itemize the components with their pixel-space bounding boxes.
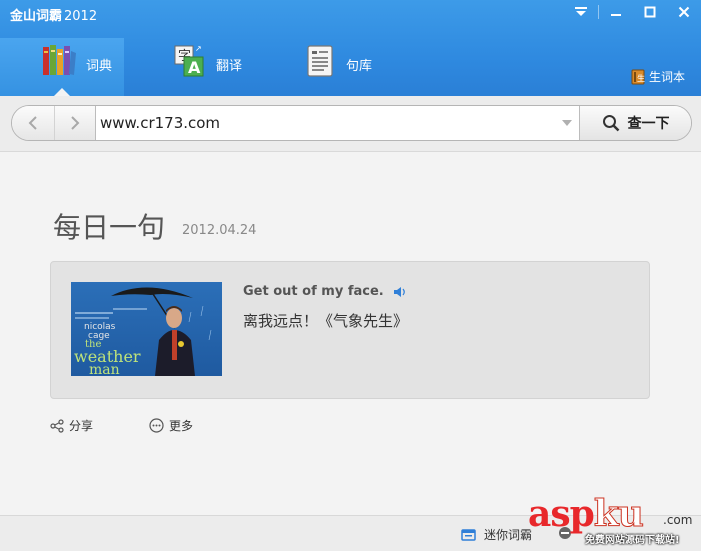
chevron-right-icon	[71, 116, 80, 130]
daily-sentence-chinese: 离我远点！《气象先生》	[243, 312, 409, 330]
notebook-icon: 生	[631, 69, 645, 85]
wordbook-label: 生词本	[648, 70, 685, 84]
watermark-com: .com	[663, 513, 693, 527]
translate-icon: 字 A ↗	[170, 43, 210, 79]
daily-sentence-card: nicolas cage the weather man Get out of …	[50, 261, 650, 399]
main-nav: 词典 字 A ↗ 翻译	[0, 38, 394, 97]
search-history-dropdown[interactable]	[555, 106, 579, 140]
search-button[interactable]: 查一下	[579, 106, 691, 140]
tab-sentence-library[interactable]: 句库	[254, 38, 394, 96]
tab-sentence-library-label: 句库	[346, 59, 373, 74]
sentence-english-text: Get out of my face.	[243, 284, 384, 299]
tab-dictionary[interactable]: 词典	[0, 38, 124, 97]
app-title-brand: 金山词霸	[10, 9, 63, 24]
chevron-left-icon	[28, 116, 37, 130]
watermark-main: aspku	[528, 493, 644, 535]
books-icon	[40, 43, 80, 79]
tab-translate-label: 翻译	[216, 59, 243, 74]
movie-poster-image[interactable]: nicolas cage the weather man	[71, 282, 222, 376]
menu-dropdown-icon	[575, 7, 587, 16]
watermark-asp: asp	[528, 493, 595, 535]
svg-text:生: 生	[637, 73, 645, 83]
menu-dropdown-button[interactable]	[564, 0, 598, 24]
daily-date: 2012.04.24	[182, 223, 257, 238]
search-input[interactable]	[96, 106, 555, 140]
mini-window-icon	[461, 528, 477, 542]
share-icon	[50, 418, 64, 433]
search-box: 查一下	[11, 105, 692, 141]
more-label: 更多	[169, 419, 194, 433]
daily-sentence-english: Get out of my face.	[243, 284, 407, 299]
speaker-icon[interactable]	[393, 286, 407, 298]
forward-button[interactable]	[53, 106, 96, 140]
watermark-ku: ku	[593, 493, 644, 535]
document-icon	[300, 43, 340, 79]
svg-text:↗: ↗	[195, 45, 202, 53]
close-button[interactable]	[667, 0, 701, 24]
wordbook-button[interactable]: 生 生词本	[631, 68, 685, 85]
page-title: 每日一句	[53, 211, 166, 244]
close-icon	[678, 6, 690, 18]
search-button-label: 查一下	[627, 116, 670, 132]
mini-dictionary-label: 迷你词霸	[484, 528, 533, 542]
share-button[interactable]: 分享	[50, 417, 93, 434]
more-icon	[149, 418, 164, 433]
chevron-down-icon	[562, 120, 572, 126]
title-bar: 金山词霸 2012 词典 A ↗ 翻译 句库 生 生词本	[0, 0, 701, 97]
main-content: 每日一句 2012.04.24 nicolas cage the weather…	[0, 153, 701, 515]
svg-text:A: A	[188, 58, 201, 77]
back-button[interactable]	[12, 106, 54, 140]
history-nav	[12, 106, 96, 140]
poster-title-man: man	[89, 362, 120, 376]
mini-dictionary-button[interactable]: 迷你词霸	[461, 526, 532, 543]
maximize-icon	[644, 6, 656, 18]
tab-dictionary-label: 词典	[86, 59, 113, 74]
search-icon	[602, 114, 620, 132]
window-controls	[564, 0, 701, 26]
app-title: 金山词霸 2012	[10, 5, 97, 24]
minimize-icon	[611, 14, 621, 16]
app-title-year: 2012	[64, 9, 98, 24]
maximize-button[interactable]	[633, 0, 667, 24]
minimize-button[interactable]	[599, 0, 633, 24]
share-label: 分享	[69, 419, 94, 433]
more-button[interactable]: 更多	[149, 417, 193, 434]
tab-translate[interactable]: 字 A ↗ 翻译	[124, 38, 254, 96]
sentence-actions: 分享 更多	[50, 417, 249, 434]
watermark-logo: aspku .com 免费网站源码下载站!	[528, 494, 698, 548]
search-bar: 查一下	[0, 96, 701, 152]
watermark-subtitle: 免费网站源码下载站!	[585, 535, 680, 546]
